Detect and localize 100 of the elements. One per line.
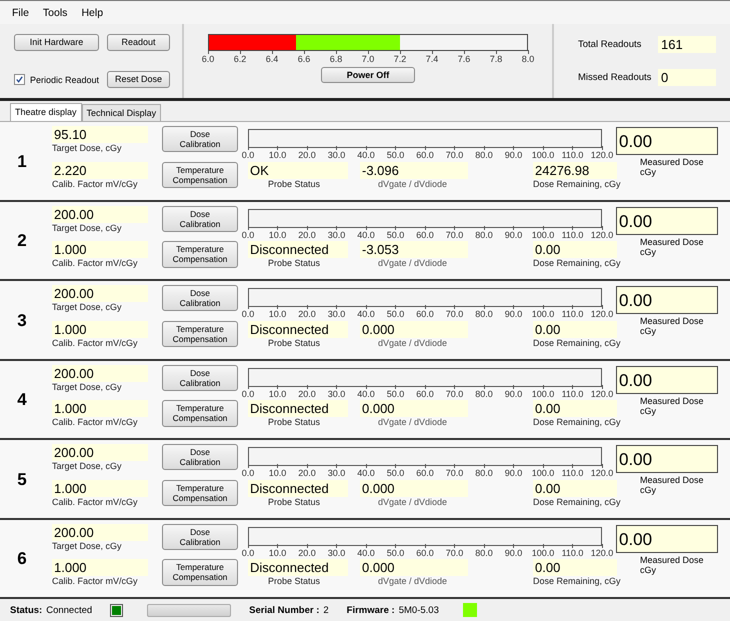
tick-label: 90.0	[504, 388, 522, 398]
field-label: Dose Remaining, cGy	[533, 496, 621, 507]
calib-factor-field: 1.000	[52, 320, 148, 338]
field-label: dVgate / dVdiode	[377, 338, 448, 348]
tick-label: 0.0	[242, 230, 254, 240]
indicator-light	[462, 603, 477, 617]
tick-label: 60.0	[416, 309, 434, 319]
dose-calibration-button[interactable]: Dose Calibration	[162, 206, 238, 232]
serial-label: Serial Number :	[249, 604, 320, 616]
tick-label: 110.0	[562, 468, 584, 478]
temperature-compensation-button[interactable]: Temperature Compensation	[162, 480, 238, 506]
channel-number: 3	[16, 310, 27, 331]
tick-label: 20.0	[298, 388, 316, 398]
tick-label: 10.0	[268, 468, 286, 478]
calib-factor-field: 1.000	[52, 480, 148, 497]
measured-dose-field: 0.00	[616, 366, 718, 394]
field-label: Measured Dose cGy	[639, 554, 705, 574]
measured-dose-field: 0.00	[616, 127, 718, 155]
tick-label: 90.0	[504, 230, 522, 240]
tick-label: 90.0	[504, 468, 522, 478]
tick-label: 80.0	[475, 309, 493, 319]
tick-label: 10.0	[268, 309, 286, 319]
serial-number: 2	[323, 604, 329, 616]
measured-dose-field: 0.00	[616, 445, 718, 473]
temperature-compensation-button[interactable]: Temperature Compensation	[162, 162, 238, 188]
tick-label: 110.0	[562, 309, 584, 319]
measured-dose-field: 0.00	[616, 286, 718, 314]
temperature-compensation-button[interactable]: Temperature Compensation	[162, 241, 238, 268]
field-label: Target Dose, cGy	[52, 540, 123, 550]
dv-ratio-field: 0.000	[360, 559, 468, 576]
tick-label: 90.0	[504, 150, 522, 160]
calib-factor-field: 1.000	[52, 400, 148, 418]
calib-factor-field: 2.220	[52, 162, 148, 179]
channel-number: 6	[16, 549, 27, 570]
tick-label: 110.0	[562, 230, 584, 240]
tick-label: 8.0	[522, 54, 534, 64]
menu-item[interactable]: Tools	[42, 6, 68, 18]
tick-label: 10.0	[268, 230, 286, 240]
probe-status-field: Disconnected	[248, 480, 348, 497]
tick-label: 100.0	[532, 230, 554, 240]
dv-ratio-field: 0.000	[360, 320, 468, 338]
firmware-label: Firmware :	[346, 604, 395, 616]
tick-label: 7.8	[490, 54, 502, 64]
tick-label: 70.0	[446, 388, 464, 398]
field-label: Measured Dose cGy	[639, 396, 705, 416]
tick-label: 100.0	[532, 468, 554, 478]
temperature-compensation-button[interactable]: Temperature Compensation	[162, 559, 238, 586]
field-label: dVgate / dVdiode	[377, 258, 448, 268]
field-label: Dose Remaining, cGy	[533, 258, 621, 268]
menu-item[interactable]: File	[12, 6, 29, 18]
calib-factor-field: 1.000	[52, 559, 148, 576]
power-off-button[interactable]: Power Off	[321, 67, 415, 84]
measured-dose-field: 0.00	[616, 206, 718, 234]
field-label: Dose Remaining, cGy	[533, 178, 621, 189]
field-label: Probe Status	[267, 496, 322, 507]
status-text: Connected	[46, 604, 92, 616]
field-label: Dose Remaining, cGy	[533, 576, 621, 586]
tick-label: 10.0	[268, 548, 286, 558]
tick-label: 50.0	[386, 388, 404, 398]
field-label: Calib. Factor mV/cGy	[52, 178, 139, 189]
tick-label: 120.0	[590, 468, 614, 478]
field-label: Target Dose, cGy	[52, 461, 123, 471]
tick-label: 80.0	[475, 230, 493, 240]
field-label: Measured Dose cGy	[639, 475, 705, 495]
field-label: Measured Dose cGy	[639, 236, 705, 256]
field-label: Target Dose, cGy	[52, 143, 123, 153]
field-label: Calib. Factor mV/cGy	[52, 338, 139, 348]
tick-label: 70.0	[446, 548, 464, 558]
readout-button[interactable]: Readout	[106, 34, 170, 51]
temperature-compensation-button[interactable]: Temperature Compensation	[162, 400, 238, 427]
tick-label: 80.0	[475, 468, 493, 478]
tick-label: 70.0	[446, 150, 464, 160]
tick-label: 60.0	[416, 150, 434, 160]
probe-status-field: Disconnected	[248, 320, 348, 338]
dose-calibration-button[interactable]: Dose Calibration	[162, 524, 238, 550]
tab[interactable]: Theatre display	[10, 103, 82, 121]
dose-calibration-button[interactable]: Dose Calibration	[162, 444, 238, 470]
target-dose-field: 95.10	[52, 126, 148, 143]
field-label: Calib. Factor mV/cGy	[52, 496, 139, 507]
field-label: Calib. Factor mV/cGy	[52, 576, 139, 586]
tick-label: 20.0	[298, 230, 316, 240]
reset-dose-button[interactable]: Reset Dose	[106, 71, 170, 88]
channel-number: 4	[16, 390, 27, 410]
init-hardware-button[interactable]: Init Hardware	[14, 34, 100, 51]
dose-calibration-button[interactable]: Dose Calibration	[162, 364, 238, 391]
temperature-compensation-button[interactable]: Temperature Compensation	[162, 320, 238, 348]
tick-label: 30.0	[328, 309, 346, 319]
dose-calibration-button[interactable]: Dose Calibration	[162, 285, 238, 312]
tab[interactable]: Technical Display	[82, 104, 162, 121]
menu-item[interactable]: Help	[81, 6, 104, 18]
tick-label: 40.0	[357, 468, 375, 478]
field-label: dVgate / dVdiode	[377, 417, 448, 428]
firmware-version: 5M0-5.03	[398, 604, 439, 616]
tick-label: 120.0	[590, 548, 614, 558]
field-label: Probe Status	[267, 576, 322, 586]
tick-label: 0.0	[242, 150, 254, 160]
tick-label: 40.0	[357, 150, 375, 160]
dose-calibration-button[interactable]: Dose Calibration	[162, 126, 238, 152]
tick-label: 60.0	[416, 230, 434, 240]
checkbox[interactable]	[14, 74, 25, 85]
